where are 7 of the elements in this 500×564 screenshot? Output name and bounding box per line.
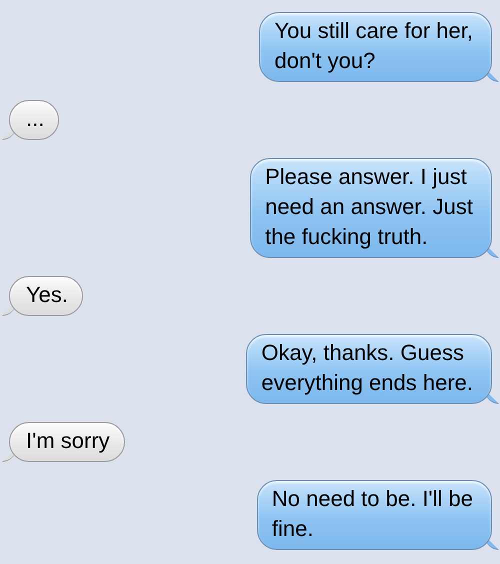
message-bubble: Okay, thanks. Guess everything ends here. xyxy=(246,334,492,404)
message-bubble: Please answer. I just need an answer. Just the fucking truth. xyxy=(250,158,492,258)
message-bubble: You still care for her, don't you? xyxy=(259,12,492,82)
message-bubble: No need to be. I'll be fine. xyxy=(256,480,492,550)
message-bubble: Yes. xyxy=(9,276,84,316)
message-bubble: ... xyxy=(9,100,60,140)
message-bubble: I'm sorry xyxy=(9,422,125,462)
